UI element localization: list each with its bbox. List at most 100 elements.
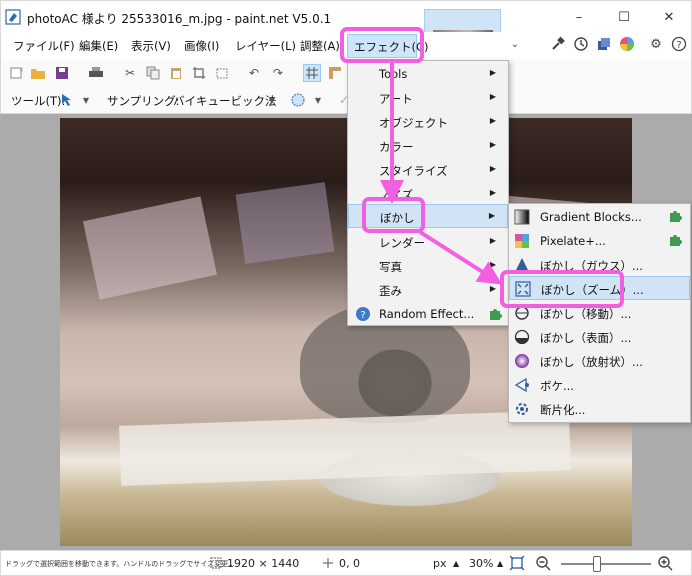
svg-text:?: ? bbox=[360, 310, 365, 321]
gradient-blocks-icon bbox=[514, 209, 530, 225]
print-icon[interactable] bbox=[87, 64, 105, 82]
copy-icon[interactable] bbox=[144, 64, 162, 82]
status-hint: ドラッグで選択範囲を移動できます。ハンドルのドラッグでサイズ変更... bbox=[5, 560, 235, 568]
menu-adjustments[interactable]: 調整(A) bbox=[300, 38, 340, 54]
blur-item-radial[interactable]: ぼかし（放射状）... bbox=[509, 349, 690, 373]
settings-gear-icon[interactable]: ⚙ bbox=[647, 35, 665, 53]
blur-item-fragment[interactable]: 断片化... bbox=[509, 397, 690, 421]
tool-dropdown-chevron-icon[interactable]: ▼ bbox=[77, 91, 95, 109]
submenu-arrow-icon: ▶ bbox=[489, 140, 496, 149]
effects-item-noise[interactable]: ノイズ ▶ bbox=[348, 182, 508, 206]
effects-dropdown-menu: Tools ▶ アート ▶ オブジェクト ▶ カラー ▶ スタイライズ ▶ ノイ… bbox=[347, 60, 509, 326]
plugin-puzzle-icon bbox=[670, 211, 682, 222]
menu-layers[interactable]: レイヤー(L) bbox=[235, 38, 296, 54]
effects-item-render[interactable]: レンダー ▶ bbox=[348, 230, 508, 254]
zoom-slider-thumb[interactable] bbox=[593, 556, 601, 572]
surface-blur-icon bbox=[514, 329, 530, 345]
submenu-arrow-icon: ▶ bbox=[489, 284, 496, 293]
blur-item-zoom[interactable]: ぼかし（ズーム）... bbox=[509, 276, 690, 300]
main-toolbar: + ✂ ↶ ↷ bbox=[0, 60, 692, 86]
image-size-icon bbox=[210, 557, 222, 569]
open-folder-icon[interactable] bbox=[29, 64, 47, 82]
effects-item-blur[interactable]: ぼかし ▶ bbox=[348, 204, 508, 228]
undo-icon[interactable]: ↶ bbox=[245, 64, 263, 82]
unit-dropdown-icon[interactable]: ▲ bbox=[453, 559, 459, 568]
colors-wheel-icon[interactable] bbox=[618, 35, 636, 53]
status-bar: ドラッグで選択範囲を移動できます。ハンドルのドラッグでサイズ変更... 1920… bbox=[0, 550, 692, 576]
crop-icon[interactable] bbox=[190, 64, 208, 82]
menu-bar: ファイル(F) 編集(E) 表示(V) 画像(I) レイヤー(L) 調整(A) … bbox=[0, 32, 692, 60]
blur-submenu: Gradient Blocks... Pixelate+... ぼかし（ガウス）… bbox=[508, 203, 691, 423]
title-bar: photoAC 様より 25533016_m.jpg - paint.net V… bbox=[0, 0, 692, 61]
minimize-button[interactable]: – bbox=[556, 1, 602, 33]
effects-item-color[interactable]: カラー ▶ bbox=[348, 134, 508, 158]
effects-item-distort[interactable]: 歪み ▶ bbox=[348, 278, 508, 302]
svg-text:+: + bbox=[19, 66, 23, 74]
submenu-arrow-icon: ▶ bbox=[489, 164, 496, 173]
paste-icon[interactable] bbox=[167, 64, 185, 82]
plugin-puzzle-icon bbox=[670, 235, 682, 246]
zoom-blur-icon bbox=[515, 281, 531, 297]
layers-icon[interactable] bbox=[595, 35, 613, 53]
save-icon[interactable] bbox=[53, 64, 71, 82]
radial-blur-icon bbox=[515, 354, 529, 368]
zoom-slider-track[interactable] bbox=[561, 563, 651, 565]
submenu-arrow-icon: ▶ bbox=[489, 260, 496, 269]
blur-item-motion[interactable]: ぼかし（移動）... bbox=[509, 301, 690, 325]
help-icon[interactable]: ? bbox=[670, 35, 688, 53]
sampling-label: サンプリング: bbox=[107, 94, 180, 108]
menu-edit[interactable]: 編集(E) bbox=[79, 38, 118, 54]
blur-item-gaussian[interactable]: ぼかし（ガウス）... bbox=[509, 253, 690, 277]
blur-item-bokeh[interactable]: ボケ... bbox=[509, 373, 690, 397]
close-button[interactable]: ✕ bbox=[646, 1, 692, 33]
tools-hammer-icon[interactable] bbox=[549, 35, 567, 53]
effects-item-art[interactable]: アート ▶ bbox=[348, 86, 508, 110]
move-selection-tool-icon[interactable] bbox=[59, 91, 77, 109]
menu-effects[interactable]: エフェクト(C) bbox=[347, 34, 429, 58]
quality-dropdown-chevron-icon[interactable]: ▼ bbox=[309, 91, 327, 109]
submenu-arrow-icon: ▶ bbox=[489, 236, 496, 245]
fragment-icon bbox=[516, 403, 528, 415]
zoom-out-icon[interactable] bbox=[535, 555, 551, 571]
cut-icon[interactable]: ✂ bbox=[121, 64, 139, 82]
blur-item-surface[interactable]: ぼかし（表面）... bbox=[509, 325, 690, 349]
grid-icon[interactable] bbox=[303, 64, 321, 82]
cursor-position-icon bbox=[323, 558, 333, 568]
effects-item-stylize[interactable]: スタイライズ ▶ bbox=[348, 158, 508, 182]
zoom-level[interactable]: 30% bbox=[469, 557, 493, 570]
submenu-arrow-icon: ▶ bbox=[489, 68, 496, 77]
fit-to-window-icon[interactable] bbox=[509, 555, 525, 571]
gaussian-blur-icon bbox=[516, 258, 528, 270]
zoom-in-icon[interactable] bbox=[657, 555, 673, 571]
unit-selector[interactable]: px bbox=[433, 557, 447, 570]
redo-icon[interactable]: ↷ bbox=[269, 64, 287, 82]
window-title: photoAC 様より 25533016_m.jpg - paint.net V… bbox=[27, 12, 332, 26]
new-image-icon[interactable]: + bbox=[7, 64, 25, 82]
selection-quality-icon[interactable] bbox=[289, 91, 307, 109]
ruler-icon[interactable] bbox=[326, 64, 344, 82]
plugin-puzzle-icon bbox=[490, 309, 502, 320]
chevron-down-icon[interactable]: ⌄ bbox=[506, 35, 524, 53]
bokeh-icon bbox=[514, 377, 529, 393]
blur-item-gradient-blocks[interactable]: Gradient Blocks... bbox=[509, 205, 690, 229]
effects-item-photo[interactable]: 写真 ▶ bbox=[348, 254, 508, 278]
effects-item-tools[interactable]: Tools ▶ bbox=[348, 62, 508, 86]
deselect-icon[interactable] bbox=[213, 64, 231, 82]
menu-image[interactable]: 画像(I) bbox=[184, 38, 219, 54]
cursor-position: 0, 0 bbox=[339, 557, 360, 570]
tool-options-bar: ツール(T): ▼ サンプリング: バイキュービック法 ▼ ▼ ✓ bbox=[0, 86, 692, 114]
effects-item-object[interactable]: オブジェクト ▶ bbox=[348, 110, 508, 134]
pixelate-icon bbox=[515, 234, 529, 248]
zoom-dropdown-icon[interactable]: ▲ bbox=[497, 559, 503, 568]
menu-view[interactable]: 表示(V) bbox=[131, 38, 171, 54]
blur-item-pixelate[interactable]: Pixelate+... bbox=[509, 229, 690, 253]
effects-item-random-effect[interactable]: ? Random Effect... bbox=[348, 302, 508, 326]
menu-file[interactable]: ファイル(F) bbox=[13, 38, 75, 54]
submenu-arrow-icon: ▶ bbox=[489, 92, 496, 101]
sampling-dropdown-chevron-icon[interactable]: ▼ bbox=[263, 91, 281, 109]
history-icon[interactable] bbox=[572, 35, 590, 53]
maximize-button[interactable]: ☐ bbox=[601, 1, 647, 33]
sampling-value[interactable]: バイキュービック法 bbox=[173, 93, 277, 109]
tool-label: ツール(T): bbox=[11, 94, 66, 108]
image-size: 1920 × 1440 bbox=[227, 557, 300, 570]
